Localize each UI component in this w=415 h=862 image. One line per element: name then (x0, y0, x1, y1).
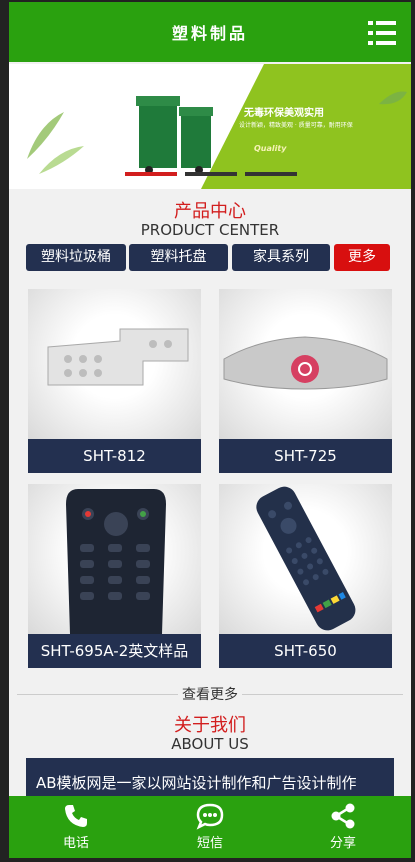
phone-icon (65, 805, 87, 827)
carousel-dot[interactable] (185, 172, 237, 176)
product-name[interactable]: SHT-695A-2英文样品 (28, 634, 201, 668)
category-more-button[interactable]: 更多 (334, 244, 390, 271)
about-us-title: 关于我们 (174, 715, 246, 736)
message-icon (196, 803, 224, 830)
bottom-nav-phone[interactable]: 电话 (26, 796, 126, 858)
product-image[interactable] (219, 289, 392, 439)
site-title: 塑料制品 (171, 24, 248, 43)
view-more-label[interactable]: 查看更多 (178, 687, 242, 703)
product-center-title: 产品中心 (174, 201, 246, 222)
hamburger-menu-icon[interactable] (368, 20, 396, 46)
bottom-nav-label: 短信 (196, 836, 223, 851)
about-us-text: AB模板网是一家以网站设计制作和广告设计制作 (36, 774, 357, 792)
category-trash-bins[interactable]: 塑料垃圾桶 (26, 244, 126, 271)
product-center-subtitle: PRODUCT CENTER (140, 221, 280, 239)
product-name[interactable]: SHT-650 (219, 634, 392, 668)
product-image[interactable] (28, 289, 201, 439)
bottom-nav-share[interactable]: 分享 (293, 796, 393, 858)
screen: 塑料制品 无毒环保美观实用 设计新颖，精致美观 · 质量可靠，耐用环保 Qual… (9, 2, 411, 858)
banner-headline: 无毒环保美观实用 (244, 108, 324, 119)
carousel-dot[interactable] (245, 172, 297, 176)
product-card[interactable]: SHT-725 (219, 289, 392, 473)
banner-quality-text: Quality (254, 144, 287, 153)
share-icon (331, 803, 355, 829)
product-name[interactable]: SHT-725 (219, 439, 392, 473)
bottom-nav-label: 分享 (329, 836, 356, 851)
top-bar: 塑料制品 (9, 2, 411, 62)
category-furniture[interactable]: 家具系列 (232, 244, 330, 271)
product-name[interactable]: SHT-812 (28, 439, 201, 473)
product-image[interactable] (28, 484, 201, 634)
bottom-nav-sms[interactable]: 短信 (160, 796, 260, 858)
product-card[interactable]: SHT-812 (28, 289, 201, 473)
view-more-link[interactable]: 查看更多 (9, 684, 411, 704)
product-image[interactable] (219, 484, 392, 634)
product-card[interactable]: SHT-695A-2英文样品 (28, 484, 201, 668)
category-pallets[interactable]: 塑料托盘 (129, 244, 228, 271)
product-card[interactable]: SHT-650 (219, 484, 392, 668)
carousel-dot-active[interactable] (125, 172, 177, 176)
about-us-subtitle: ABOUT US (171, 735, 249, 753)
banner-subtext: 设计新颖，精致美观 · 质量可靠，耐用环保 (239, 122, 353, 129)
banner-carousel[interactable]: 无毒环保美观实用 设计新颖，精致美观 · 质量可靠，耐用环保 Quality (9, 64, 411, 189)
bottom-nav-label: 电话 (62, 836, 89, 851)
bottom-nav: 电话 短信 分享 (9, 796, 411, 858)
